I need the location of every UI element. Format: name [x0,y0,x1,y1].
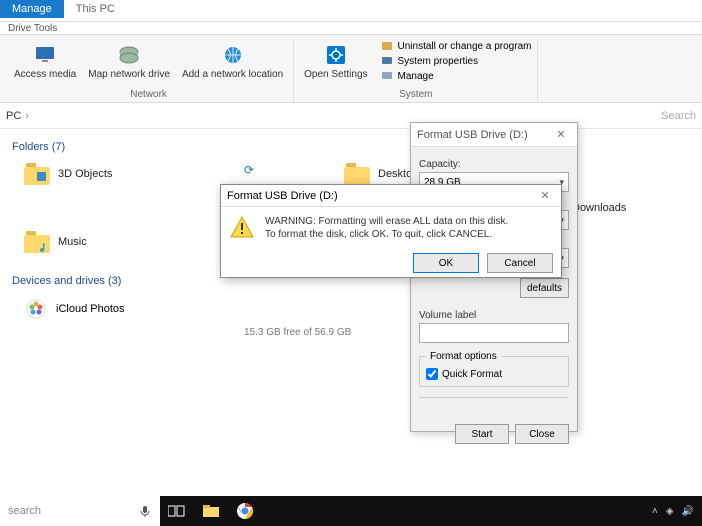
drive-label: iCloud Photos [56,303,125,315]
drive-icon [117,43,141,67]
format-dialog-titlebar[interactable]: Format USB Drive (D:) ✕ [411,123,577,147]
system-icon [380,54,394,68]
ribbon-manage[interactable]: Manage [380,69,532,83]
music-note-icon [38,241,50,253]
ribbon-access-media[interactable]: Access media [10,39,80,82]
breadcrumb-pc[interactable]: PC [6,110,21,122]
ribbon-open-settings[interactable]: Open Settings [300,39,371,83]
quick-format-label: Quick Format [442,369,502,380]
warning-icon [229,215,255,241]
ribbon-label: Uninstall or change a program [398,41,532,52]
search-label: search [8,505,41,517]
taskbar-search[interactable]: search [0,496,160,526]
globe-icon [221,43,245,67]
ribbon-label: Manage [398,71,434,82]
tray-chevron-icon[interactable]: ˄ [652,506,658,517]
monitor-icon [33,43,57,67]
folder-label: 3D Objects [58,168,112,180]
capacity-label: Capacity: [419,159,569,170]
ok-button[interactable]: OK [413,253,479,273]
chrome-icon[interactable] [228,496,262,526]
ribbon-label: System properties [398,56,479,67]
volume-label-input[interactable] [419,323,569,343]
folder-label: Downloads [572,202,626,214]
manage-icon [380,69,394,83]
ribbon-map-network[interactable]: Map network drive [84,39,174,82]
ribbon-sysprops[interactable]: System properties [380,54,532,68]
cancel-button[interactable]: Cancel [487,253,553,273]
address-bar[interactable]: PC › Search [0,103,702,129]
quick-format-checkbox[interactable]: Quick Format [426,368,562,380]
close-icon[interactable]: ✕ [535,189,555,202]
warning-dialog-titlebar[interactable]: Format USB Drive (D:) ✕ [221,185,561,207]
folder-label: Music [58,236,87,248]
ribbon-label: Open Settings [304,69,367,80]
folder-3d-objects[interactable]: 3D Objects [24,163,164,185]
ribbon-label: Map network drive [88,69,170,80]
microphone-icon[interactable] [138,504,152,518]
task-view-icon[interactable] [160,496,194,526]
warning-line1: WARNING: Formatting will erase ALL data … [265,215,508,228]
cube-icon [36,171,48,183]
quick-format-input[interactable] [426,368,438,380]
ribbon-group-system: System [399,89,432,102]
ribbon: Access media Map network drive Add a net… [0,35,702,103]
ribbon-group-network: Network [130,89,167,102]
dialog-title: Format USB Drive (D:) [417,129,528,141]
drive-icloud-photos[interactable]: iCloud Photos [24,297,678,321]
section-folders[interactable]: Folders (7) [12,137,690,157]
tray-network-icon[interactable]: ◈ [666,506,674,517]
tray-volume-icon[interactable]: 🔊 [682,506,694,517]
ribbon-label: Add a network location [182,69,283,80]
taskbar: search ˄ ◈ 🔊 [0,496,702,526]
refresh-icon[interactable]: ⟳ [244,163,254,177]
close-icon[interactable]: ✕ [551,128,571,141]
icloud-photos-icon [24,297,48,321]
tab-thispc[interactable]: This PC [64,0,127,18]
warning-line2: To format the disk, click OK. To quit, c… [265,228,508,241]
ribbon-add-network[interactable]: Add a network location [178,39,287,82]
ribbon-uninstall[interactable]: Uninstall or change a program [380,39,532,53]
start-button[interactable]: Start [455,424,509,444]
chevron-right-icon: › [25,110,29,122]
volume-label-label: Volume label [419,310,569,321]
dialog-title: Format USB Drive (D:) [227,190,338,202]
programs-icon [380,39,394,53]
tab-manage[interactable]: Manage [0,0,64,18]
warning-dialog: Format USB Drive (D:) ✕ WARNING: Formatt… [220,184,562,278]
close-button[interactable]: Close [515,424,569,444]
search-placeholder[interactable]: Search [661,110,696,122]
subtab-drivetools: Drive Tools [0,22,702,35]
restore-defaults-button[interactable]: defaults [520,278,569,298]
ribbon-label: Access media [14,69,76,80]
settings-tile-icon [324,43,348,67]
file-explorer-icon[interactable] [194,496,228,526]
format-options-legend: Format options [426,351,501,362]
